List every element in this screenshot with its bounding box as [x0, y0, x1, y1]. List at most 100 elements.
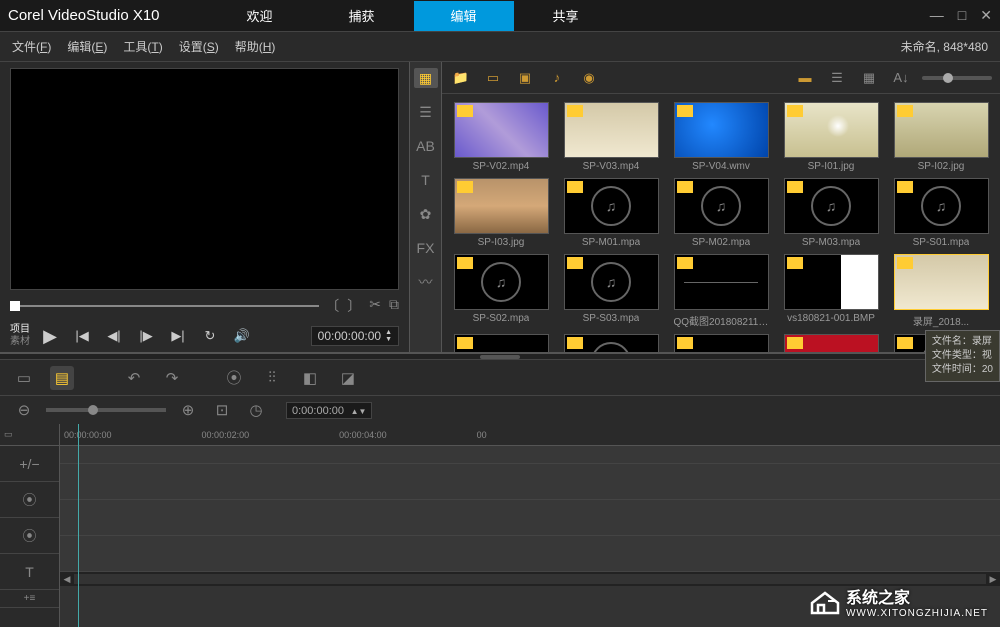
media-thumbnail[interactable] — [894, 254, 989, 310]
media-item[interactable]: 录屏_2018... — [888, 254, 994, 328]
menu-s[interactable]: 设置(S) — [179, 38, 219, 55]
media-item[interactable]: SP-V04.wmv — [668, 102, 774, 172]
track-video1-icon[interactable]: ⦿ — [0, 482, 59, 518]
maximize-button[interactable]: □ — [958, 7, 966, 24]
sort-icon[interactable]: A↓ — [890, 69, 912, 87]
media-thumbnail[interactable] — [784, 254, 879, 310]
lib-cat-title-icon[interactable]: T — [414, 170, 438, 190]
media-item[interactable]: ♫SP-M03.mpa — [778, 178, 884, 248]
media-thumbnail[interactable]: ♫ — [784, 178, 879, 234]
media-thumbnail[interactable] — [674, 254, 769, 310]
menu-t[interactable]: 工具(T) — [123, 38, 162, 55]
media-item[interactable]: vs180821-001.BMP — [778, 254, 884, 328]
timeline-ruler[interactable]: 00:00:00:0000:00:02:0000:00:04:0000 — [60, 424, 1000, 446]
media-item[interactable]: ♫2018.8.25 意外的... — [558, 334, 664, 352]
media-thumbnail[interactable]: ♫ — [674, 178, 769, 234]
scroll-left-button[interactable]: ◀ — [60, 574, 74, 585]
scrubber-handle[interactable] — [10, 301, 20, 311]
media-item[interactable]: ♫SP-S01.mpa — [888, 178, 994, 248]
media-item[interactable]: SP-I03.jpg — [448, 178, 554, 248]
media-thumbnail[interactable] — [564, 102, 659, 158]
view-list-icon[interactable]: ☰ — [826, 69, 848, 87]
view-large-icon[interactable]: ▬ — [794, 69, 816, 87]
track-row[interactable] — [60, 500, 1000, 536]
media-thumbnail[interactable] — [454, 334, 549, 352]
media-item[interactable]: SP-V02.mp4 — [448, 102, 554, 172]
media-item[interactable]: ♫SP-S02.mpa — [448, 254, 554, 328]
media-thumbnail[interactable] — [454, 102, 549, 158]
media-thumbnail[interactable]: ♫ — [454, 254, 549, 310]
timecode-spinner[interactable]: ▲▼ — [385, 329, 392, 343]
record-button[interactable]: ⦿ — [222, 366, 246, 390]
media-item[interactable]: SP-I01.jpg — [778, 102, 884, 172]
mode-clip[interactable]: 素材 — [10, 336, 30, 348]
top-tab-0[interactable]: 欢迎 — [210, 1, 310, 31]
scroll-right-button[interactable]: ▶ — [986, 574, 1000, 585]
media-thumbnail[interactable] — [454, 178, 549, 234]
fit-button[interactable]: ⊡ — [210, 398, 234, 422]
go-start-button[interactable]: |◀ — [70, 324, 94, 348]
storyboard-view-button[interactable]: ▭ — [12, 366, 36, 390]
menu-f[interactable]: 文件(F) — [12, 38, 51, 55]
subtitle-button[interactable]: ◪ — [336, 366, 360, 390]
media-item[interactable]: ♫SP-M01.mpa — [558, 178, 664, 248]
media-item[interactable]: SP-I02.jpg — [888, 102, 994, 172]
track-add-button[interactable]: +/− — [0, 446, 59, 482]
play-button[interactable]: ▶ — [38, 324, 62, 348]
close-button[interactable]: ✕ — [980, 7, 992, 24]
track-title-icon[interactable]: T — [0, 554, 59, 590]
track-row[interactable] — [60, 446, 1000, 464]
lib-cat-transition-icon[interactable]: AB — [414, 136, 438, 156]
thumb-size-slider[interactable] — [922, 76, 992, 80]
mark-in-icon[interactable]: 〔 — [325, 296, 339, 316]
play-mode[interactable]: 项目 素材 — [10, 324, 30, 348]
track-expand-icon[interactable]: +≡ — [0, 590, 59, 608]
minimize-button[interactable]: — — [930, 7, 944, 24]
menu-h[interactable]: 帮助(H) — [235, 38, 276, 55]
zoom-out-button[interactable]: ⊖ — [12, 398, 36, 422]
mark-out-icon[interactable]: 〕 — [347, 296, 361, 316]
filter-globe-icon[interactable]: ◉ — [578, 69, 600, 87]
top-tab-1[interactable]: 捕获 — [312, 1, 412, 31]
media-thumbnail[interactable]: ♫ — [894, 178, 989, 234]
lib-cat-graphics-icon[interactable]: ✿ — [414, 204, 438, 224]
timeline-timecode[interactable]: 0:00:00:00 ▲▼ — [286, 402, 372, 419]
media-item[interactable]: ♫SP-M02.mpa — [668, 178, 774, 248]
preview-video[interactable] — [10, 68, 399, 290]
media-thumbnail[interactable] — [674, 334, 769, 352]
redo-button[interactable]: ↷ — [160, 366, 184, 390]
mode-project[interactable]: 项目 — [10, 324, 30, 336]
lib-cat-media-icon[interactable]: ▦ — [414, 68, 438, 88]
filter-photo-icon[interactable]: ▣ — [514, 69, 536, 87]
track-row[interactable] — [60, 536, 1000, 572]
chapter-button[interactable]: ◧ — [298, 366, 322, 390]
filter-audio-icon[interactable]: ♪ — [546, 69, 568, 87]
copy-icon[interactable]: ⧉ — [389, 296, 399, 316]
tracks-toggle-icon[interactable]: ▭ — [4, 429, 13, 440]
media-thumbnail[interactable]: ♫ — [564, 334, 659, 352]
mute-button[interactable]: 🔊 — [230, 324, 254, 348]
go-end-button[interactable]: ▶| — [166, 324, 190, 348]
media-thumbnail[interactable] — [674, 102, 769, 158]
playhead[interactable] — [78, 424, 79, 627]
media-item[interactable]: ♫SP-S03.mpa — [558, 254, 664, 328]
media-thumbnail[interactable]: ♫ — [564, 254, 659, 310]
view-grid-icon[interactable]: ▦ — [858, 69, 880, 87]
track-video2-icon[interactable]: ⦿ — [0, 518, 59, 554]
lib-cat-fx-icon[interactable]: FX — [414, 238, 438, 258]
resize-handle[interactable] — [480, 355, 520, 359]
media-item[interactable]: 未命名.wmv — [778, 334, 884, 352]
next-frame-button[interactable]: |▶ — [134, 324, 158, 348]
media-thumbnail[interactable]: ♫ — [564, 178, 659, 234]
lib-cat-path-icon[interactable]: 〰 — [414, 272, 438, 292]
media-thumbnail[interactable] — [784, 334, 879, 352]
zoom-in-button[interactable]: ⊕ — [176, 398, 200, 422]
media-item[interactable]: 2018.8.25 意外的... — [668, 334, 774, 352]
undo-button[interactable]: ↶ — [122, 366, 146, 390]
zoom-slider[interactable] — [46, 408, 166, 412]
timecode[interactable]: 00:00:00:00 ▲▼ — [311, 326, 399, 346]
prev-frame-button[interactable]: ◀| — [102, 324, 126, 348]
media-thumbnail[interactable] — [784, 102, 879, 158]
track-row[interactable] — [60, 464, 1000, 500]
filter-video-icon[interactable]: ▭ — [482, 69, 504, 87]
